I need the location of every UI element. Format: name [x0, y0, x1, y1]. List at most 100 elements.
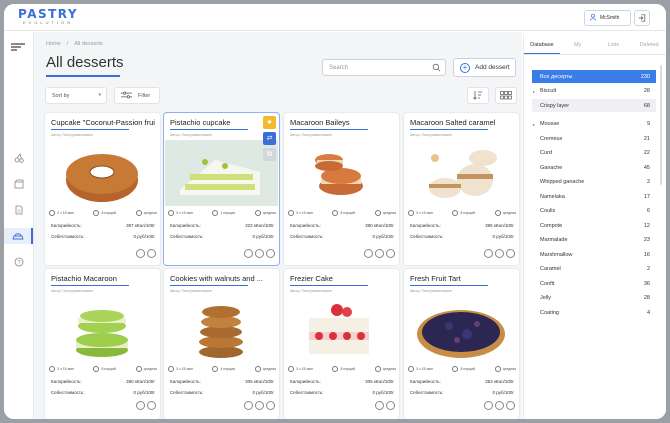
expand-arrow-icon[interactable]: ▸ — [533, 122, 535, 127]
dessert-image[interactable] — [405, 140, 518, 206]
category-item[interactable]: Marshmallow 16 — [532, 248, 656, 261]
sort-by-select[interactable]: Sort by ▾ — [45, 87, 107, 104]
card-title[interactable]: Frezier Cake — [290, 274, 394, 283]
category-label: Coating — [540, 309, 559, 316]
dessert-card[interactable]: Fresh Fruit Tart Автор: Паструмэволюшен 3 … — [404, 269, 519, 419]
logo[interactable]: PASTRY EVOLUTION — [18, 8, 78, 25]
search-icon[interactable] — [432, 63, 441, 74]
clone-icon[interactable] — [244, 249, 253, 258]
scrollbar[interactable] — [660, 65, 662, 185]
help-icon[interactable]: ? — [11, 254, 27, 270]
card-meta: 3 ч 15 мин 4 порции средняя — [168, 365, 276, 373]
scales-icon[interactable] — [255, 401, 264, 410]
breadcrumb-home[interactable]: Home — [46, 41, 61, 47]
category-item[interactable]: ▸ Biscuit 28 — [532, 85, 656, 98]
scales-icon[interactable] — [386, 401, 395, 410]
scales-icon[interactable] — [147, 401, 156, 410]
dessert-nav-icon[interactable] — [4, 228, 33, 244]
box-icon[interactable] — [11, 176, 27, 192]
dessert-card[interactable]: Macaroon Salted caramel Автор: Паструмэво… — [404, 113, 519, 265]
clone-icon[interactable] — [375, 401, 384, 410]
cart-icon[interactable] — [386, 249, 395, 258]
category-item[interactable]: Compote 12 — [532, 219, 656, 232]
clone-icon[interactable] — [244, 401, 253, 410]
card-author: Автор: Паструмэволюшен — [51, 133, 94, 137]
cart-icon[interactable] — [266, 401, 275, 410]
dessert-card[interactable]: Frezier Cake Автор: Паструмэволюшен 3 ч 15… — [284, 269, 399, 419]
cost-label: Себестоимость: — [410, 234, 444, 239]
translate-icon[interactable]: ⇄ — [263, 132, 276, 145]
calories-value: 353 кКал/100г — [485, 379, 514, 384]
menu-icon[interactable] — [10, 39, 26, 55]
portions-info: 8 порций — [332, 210, 355, 216]
category-item[interactable]: Ganache 45 — [532, 161, 656, 174]
clone-icon[interactable] — [136, 401, 145, 410]
logout-button[interactable] — [634, 10, 650, 26]
dessert-card[interactable]: Pistachio cupcake Автор: Паструмэволюшен ★… — [164, 113, 279, 265]
card-title[interactable]: Macaroon Salted caramel — [410, 118, 514, 127]
card-title[interactable]: Pistachio Macaroon — [51, 274, 155, 283]
dessert-image[interactable] — [285, 140, 398, 206]
dessert-image[interactable] — [405, 296, 518, 362]
dessert-card[interactable]: Cookies with walnuts and ... Автор: Пастр… — [164, 269, 279, 419]
portions-info: 8 порций — [452, 366, 475, 372]
category-item[interactable]: Namelaka 17 — [532, 190, 656, 203]
category-item[interactable]: Curd 22 — [532, 147, 656, 160]
clone-icon[interactable] — [364, 249, 373, 258]
card-title[interactable]: Cookies with walnuts and ... — [170, 274, 274, 283]
card-title[interactable]: Cupcake "Coconut-Passion fruit" — [51, 118, 155, 127]
user-button[interactable]: McSmith — [584, 10, 631, 26]
tab-my[interactable]: My — [560, 35, 596, 54]
scales-icon[interactable] — [495, 249, 504, 258]
search-input[interactable]: Search — [322, 59, 446, 76]
card-title[interactable]: Fresh Fruit Tart — [410, 274, 514, 283]
add-dessert-button[interactable]: + Add dessert — [453, 58, 516, 77]
category-item[interactable]: ▸ Mousse 9 — [532, 118, 656, 131]
tab-deleted[interactable]: Deleted — [631, 35, 666, 54]
dessert-image[interactable] — [165, 140, 278, 206]
dessert-image[interactable] — [285, 296, 398, 362]
filter-label: Filter — [138, 92, 151, 99]
dessert-card[interactable]: Pistachio Macaroon Автор: Паструмэволюшен… — [45, 269, 160, 419]
tab-database[interactable]: Database — [524, 35, 560, 54]
cart-icon[interactable] — [506, 249, 515, 258]
category-item[interactable]: Jelly 28 — [532, 292, 656, 305]
clone-icon[interactable] — [484, 401, 493, 410]
copy-icon[interactable]: ⧉ — [263, 148, 276, 161]
card-title[interactable]: Macaroon Baileys — [290, 118, 394, 127]
category-item[interactable]: Whipped ganache 2 — [532, 176, 656, 189]
category-item[interactable]: Caramel 2 — [532, 263, 656, 276]
grid-view-button[interactable] — [495, 87, 517, 104]
star-icon[interactable]: ★ — [263, 116, 276, 129]
filter-button[interactable]: Filter — [114, 87, 160, 104]
category-item[interactable]: Confit 36 — [532, 277, 656, 290]
category-item[interactable]: Marmalade 23 — [532, 234, 656, 247]
cart-icon[interactable] — [506, 401, 515, 410]
card-title[interactable]: Pistachio cupcake — [170, 118, 274, 127]
category-item[interactable]: Crispy layer 68 — [532, 99, 656, 112]
category-item[interactable]: Coulis 6 — [532, 205, 656, 218]
clone-icon[interactable] — [136, 249, 145, 258]
expand-arrow-icon[interactable]: ▸ — [533, 89, 535, 94]
dessert-image[interactable] — [165, 296, 278, 362]
list-view-button[interactable] — [467, 87, 489, 104]
logo-subtitle: EVOLUTION — [22, 20, 74, 25]
scales-icon[interactable] — [495, 401, 504, 410]
dessert-image[interactable] — [46, 140, 159, 206]
category-item[interactable]: Cremeux 21 — [532, 132, 656, 145]
dessert-card[interactable]: Cupcake "Coconut-Passion fruit" Автор: Па… — [45, 113, 160, 265]
clone-icon[interactable] — [484, 249, 493, 258]
cost-value: 0 руб/100г — [492, 234, 514, 239]
scales-icon[interactable] — [255, 249, 264, 258]
dessert-image[interactable] — [46, 296, 159, 362]
breadcrumb: Home / All desserts — [46, 41, 109, 47]
tab-lists[interactable]: Lists — [596, 35, 632, 54]
cart-icon[interactable] — [266, 249, 275, 258]
category-item[interactable]: Coating 4 — [532, 306, 656, 319]
category-item[interactable]: Все десерты 230 — [532, 70, 656, 83]
dessert-card[interactable]: Macaroon Baileys Автор: Паструмэволюшен 3 … — [284, 113, 399, 265]
scales-icon[interactable] — [147, 249, 156, 258]
document-icon[interactable] — [11, 202, 27, 218]
cherries-icon[interactable] — [11, 150, 27, 166]
scales-icon[interactable] — [375, 249, 384, 258]
